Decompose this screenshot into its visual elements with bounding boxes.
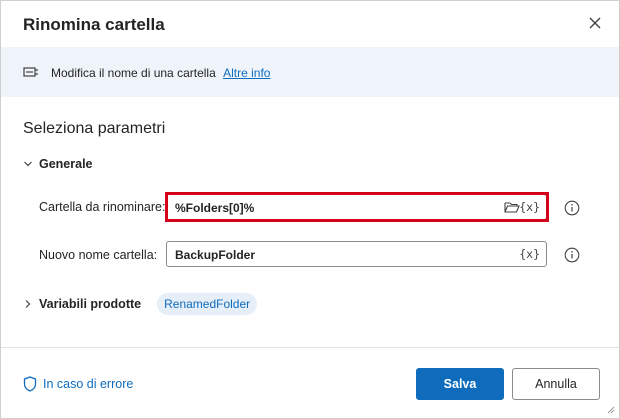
folder-to-rename-label: Cartella da rinominare:: [39, 200, 166, 214]
footer-divider: [1, 347, 619, 348]
banner-description: Modifica il nome di una cartella: [51, 66, 216, 80]
variable-pill[interactable]: RenamedFolder: [157, 293, 258, 315]
rename-folder-dialog: Rinomina cartella Modifica il nome di un…: [0, 0, 620, 419]
info-icon[interactable]: [564, 200, 580, 216]
shield-icon: [23, 376, 37, 392]
resize-grip-icon[interactable]: [607, 406, 615, 414]
general-group-label: Generale: [39, 157, 93, 171]
insert-variable-button[interactable]: {x}: [519, 247, 540, 261]
chevron-right-icon[interactable]: [23, 299, 33, 309]
info-banner: Modifica il nome di una cartella Altre i…: [1, 47, 619, 97]
save-button[interactable]: Salva: [416, 368, 504, 400]
section-title: Seleziona parametri: [23, 120, 166, 137]
close-icon[interactable]: [585, 13, 605, 33]
on-error-link[interactable]: In caso di errore: [23, 376, 133, 392]
chevron-down-icon: [24, 161, 32, 167]
new-folder-name-input[interactable]: BackupFolder {x}: [166, 241, 547, 267]
highlight-box: [165, 192, 549, 222]
cancel-button[interactable]: Annulla: [512, 368, 600, 400]
banner-text: Modifica il nome di una cartella Altre i…: [51, 66, 270, 80]
produced-variables-row: Variabili prodotte RenamedFolder: [23, 293, 258, 315]
new-folder-name-value: BackupFolder: [175, 248, 256, 262]
general-group-toggle[interactable]: Generale: [23, 157, 93, 171]
new-folder-name-label: Nuovo nome cartella:: [39, 248, 158, 262]
on-error-label: In caso di errore: [43, 377, 134, 391]
dialog-title: Rinomina cartella: [23, 15, 165, 34]
produced-variables-label[interactable]: Variabili prodotte: [39, 297, 141, 311]
action-icon: [23, 65, 39, 79]
info-icon[interactable]: [564, 247, 580, 263]
more-info-link[interactable]: Altre info: [223, 66, 270, 80]
